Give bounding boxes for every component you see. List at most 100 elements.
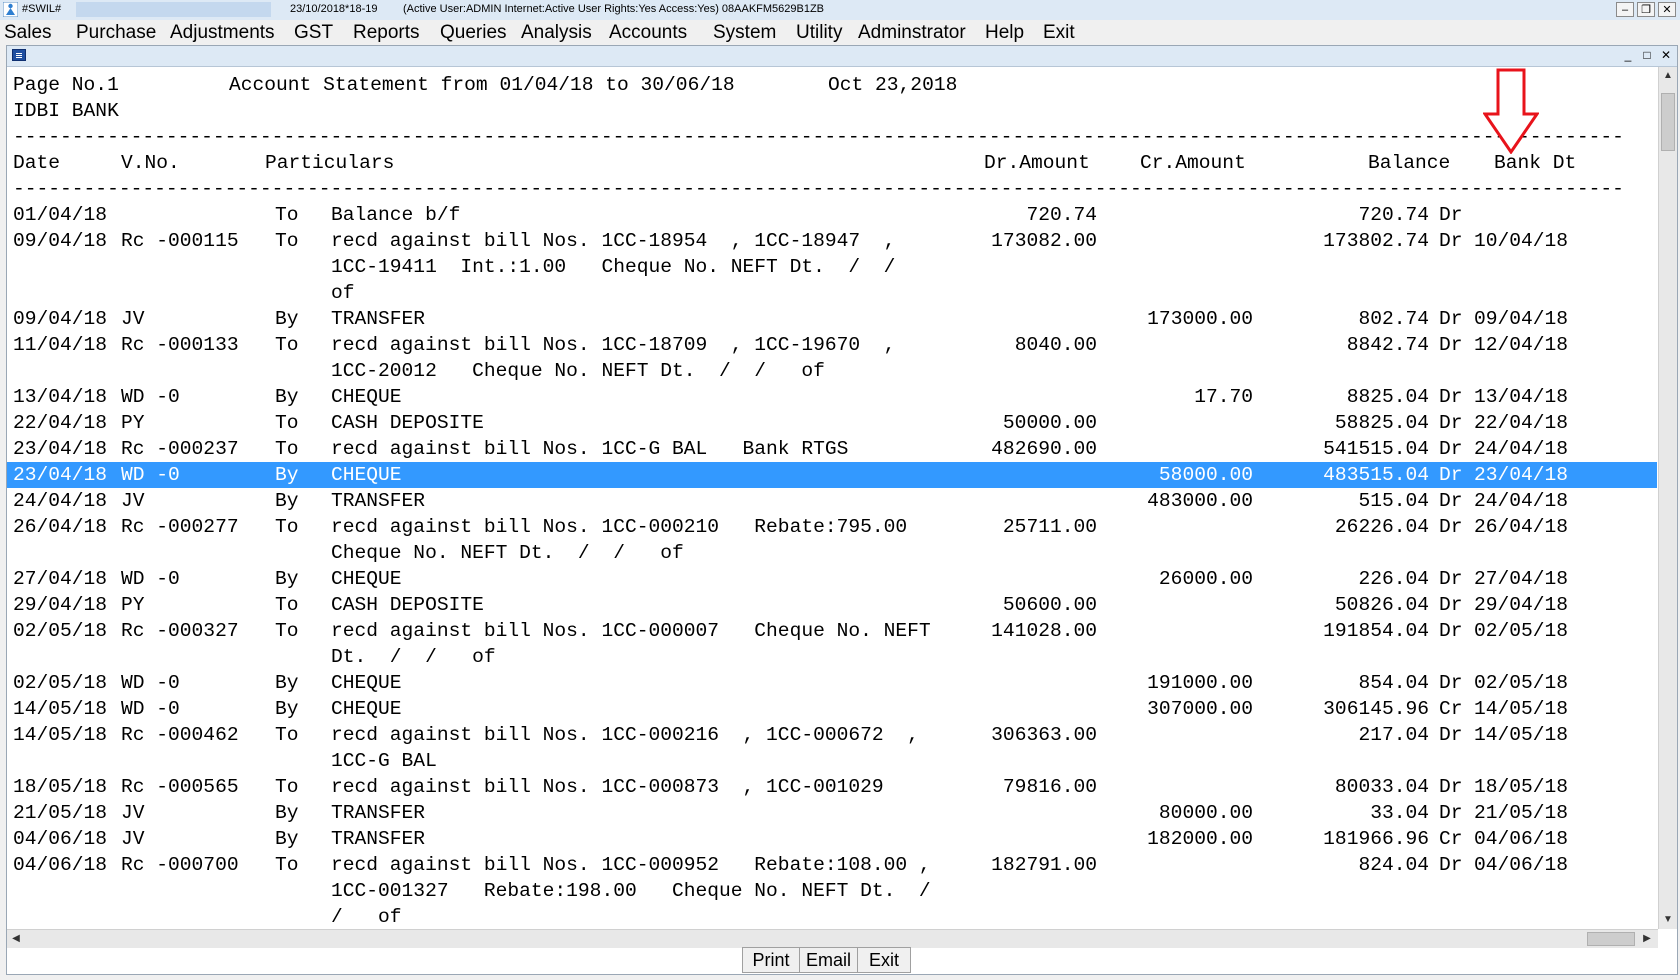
dr-cr: Dr [1439, 464, 1463, 486]
exit-button[interactable]: Exit [857, 947, 911, 973]
balance: 483515.04 [1323, 464, 1429, 486]
voucher-no: Rc -000277 [121, 516, 239, 538]
horizontal-scroll-thumb[interactable] [1587, 932, 1635, 946]
report-window-titlebar: _ □ ✕ [7, 46, 1677, 67]
bank-date: 04/06/18 [1474, 828, 1569, 850]
menu-system[interactable]: System [713, 22, 776, 44]
statement-row[interactable]: 04/06/18 Rc -000700 To recd against bill No… [7, 852, 1657, 878]
statement-row[interactable]: 02/05/18 WD -0 By CHEQUE 191000.00 854.04 Dr 02… [7, 670, 1657, 696]
email-button[interactable]: Email [799, 947, 858, 973]
statement-row[interactable]: 1CC-20012 Cheque No. NEFT Dt. / / of [7, 358, 1657, 384]
statement-row[interactable]: 14/05/18 WD -0 By CHEQUE 307000.00 306145.96 C… [7, 696, 1657, 722]
scroll-down-icon[interactable]: ▼ [1661, 913, 1675, 927]
statement-row[interactable]: Cheque No. NEFT Dt. / / of [7, 540, 1657, 566]
rule-line: ----------------------------------------… [13, 178, 1625, 200]
balance: 191854.04 [1323, 620, 1429, 642]
to-by: To [275, 334, 299, 356]
entry-date: 13/04/18 [13, 386, 108, 408]
statement-row[interactable]: 01/04/18 To Balance b/f 720.74 720.74 Dr [7, 202, 1657, 228]
menu-accounts[interactable]: Accounts [609, 22, 687, 44]
statement-row[interactable]: 22/04/18 PY To CASH DEPOSITE 50000.00 58825.0… [7, 410, 1657, 436]
dr-amount: 182791.00 [991, 854, 1097, 876]
app-name: #SWIL# [22, 3, 62, 15]
dr-cr: Cr [1439, 828, 1463, 850]
scroll-left-icon[interactable]: ◀ [9, 932, 23, 946]
vertical-scroll-thumb[interactable] [1661, 93, 1675, 151]
menu-sales[interactable]: Sales [4, 22, 52, 44]
balance: 854.04 [1358, 672, 1429, 694]
statement-row[interactable]: Dt. / / of [7, 644, 1657, 670]
bank-date: 27/04/18 [1474, 568, 1569, 590]
menu-queries[interactable]: Queries [440, 22, 507, 44]
cr-amount: 80000.00 [1158, 802, 1253, 824]
voucher-no: WD -0 [121, 464, 180, 486]
statement-row[interactable]: 09/04/18 JV By TRANSFER 173000.00 802.74 Dr 09/… [7, 306, 1657, 332]
menu-reports[interactable]: Reports [353, 22, 420, 44]
menu-gst[interactable]: GST [294, 22, 333, 44]
statement-row[interactable]: / of [7, 904, 1657, 929]
statement-row[interactable]: 1CC-001327 Rebate:198.00 Cheque No. NEFT… [7, 878, 1657, 904]
scroll-up-icon[interactable]: ▲ [1661, 69, 1675, 83]
dr-cr: Dr [1439, 230, 1463, 252]
balance: 33.04 [1370, 802, 1429, 824]
entry-date: 02/05/18 [13, 620, 108, 642]
child-restore-button[interactable]: □ [1639, 48, 1655, 63]
col-dr-amount: Dr.Amount [984, 152, 1090, 174]
particulars: 1CC-19411 Int.:1.00 Cheque No. NEFT Dt. … [331, 256, 896, 278]
child-minimize-button[interactable]: _ [1620, 48, 1636, 63]
statement-row[interactable]: 1CC-19411 Int.:1.00 Cheque No. NEFT Dt. … [7, 254, 1657, 280]
scroll-right-icon[interactable]: ▶ [1640, 932, 1654, 946]
statement-row[interactable]: 18/05/18 Rc -000565 To recd against bill No… [7, 774, 1657, 800]
voucher-no: JV [121, 828, 145, 850]
voucher-no: PY [121, 412, 145, 434]
particulars: TRANSFER [331, 828, 426, 850]
statement-row[interactable]: 1CC-G BAL [7, 748, 1657, 774]
statement-row[interactable]: 02/05/18 Rc -000327 To recd against bill No… [7, 618, 1657, 644]
dr-cr: Dr [1439, 308, 1463, 330]
voucher-no: Rc -000462 [121, 724, 239, 746]
entry-date: 14/05/18 [13, 724, 108, 746]
menu-adminstrator[interactable]: Adminstrator [858, 22, 966, 44]
to-by: To [275, 412, 299, 434]
horizontal-scrollbar[interactable]: ◀ ▶ [7, 929, 1658, 948]
bank-date: 24/04/18 [1474, 490, 1569, 512]
statement-row[interactable]: 26/04/18 Rc -000277 To recd against bill No… [7, 514, 1657, 540]
entry-date: 23/04/18 [13, 464, 108, 486]
statement-row[interactable]: 14/05/18 Rc -000462 To recd against bill No… [7, 722, 1657, 748]
particulars: 1CC-G BAL [331, 750, 437, 772]
particulars: CASH DEPOSITE [331, 594, 484, 616]
print-button[interactable]: Print [742, 947, 800, 973]
window-menu-icon[interactable] [12, 49, 26, 61]
restore-button[interactable]: ❐ [1637, 2, 1655, 17]
statement-row[interactable]: 13/04/18 WD -0 By CHEQUE 17.70 8825.04 Dr 13/04… [7, 384, 1657, 410]
particulars: Dt. / / of [331, 646, 496, 668]
statement-row[interactable]: 09/04/18 Rc -000115 To recd against bill No… [7, 228, 1657, 254]
vertical-scrollbar[interactable]: ▲ ▼ [1658, 67, 1677, 929]
dr-cr: Cr [1439, 698, 1463, 720]
statement-row[interactable]: 24/04/18 JV By TRANSFER 483000.00 515.04 Dr 24/… [7, 488, 1657, 514]
dr-cr: Dr [1439, 490, 1463, 512]
statement-row[interactable]: 04/06/18 JV By TRANSFER 182000.00 181966.96 Cr… [7, 826, 1657, 852]
statement-row[interactable]: 29/04/18 PY To CASH DEPOSITE 50600.00 50826.0… [7, 592, 1657, 618]
particulars: recd against bill Nos. 1CC-18954 , 1CC-1… [331, 230, 896, 252]
menu-help[interactable]: Help [985, 22, 1024, 44]
menu-adjustments[interactable]: Adjustments [170, 22, 275, 44]
menu-utility[interactable]: Utility [796, 22, 842, 44]
statement-row[interactable]: 23/04/18 Rc -000237 To recd against bill No… [7, 436, 1657, 462]
menu-analysis[interactable]: Analysis [521, 22, 592, 44]
statement-row[interactable]: 11/04/18 Rc -000133 To recd against bill No… [7, 332, 1657, 358]
close-button[interactable]: ✕ [1658, 2, 1676, 17]
statement-row-selected[interactable]: 23/04/18 WD -0 By CHEQUE 58000.00 483515.04 Dr… [7, 462, 1657, 488]
entry-date: 09/04/18 [13, 230, 108, 252]
title-field [76, 2, 271, 17]
child-close-button[interactable]: ✕ [1658, 48, 1674, 63]
balance: 515.04 [1358, 490, 1429, 512]
to-by: To [275, 620, 299, 642]
statement-row[interactable]: of [7, 280, 1657, 306]
statement-row[interactable]: 21/05/18 JV By TRANSFER 80000.00 33.04 Dr 21/05… [7, 800, 1657, 826]
menu-exit[interactable]: Exit [1043, 22, 1075, 44]
minimize-button[interactable]: – [1616, 2, 1634, 17]
menu-purchase[interactable]: Purchase [76, 22, 156, 44]
statement-row[interactable]: 27/04/18 WD -0 By CHEQUE 26000.00 226.04 Dr 27/… [7, 566, 1657, 592]
dr-amount: 720.74 [1026, 204, 1097, 226]
